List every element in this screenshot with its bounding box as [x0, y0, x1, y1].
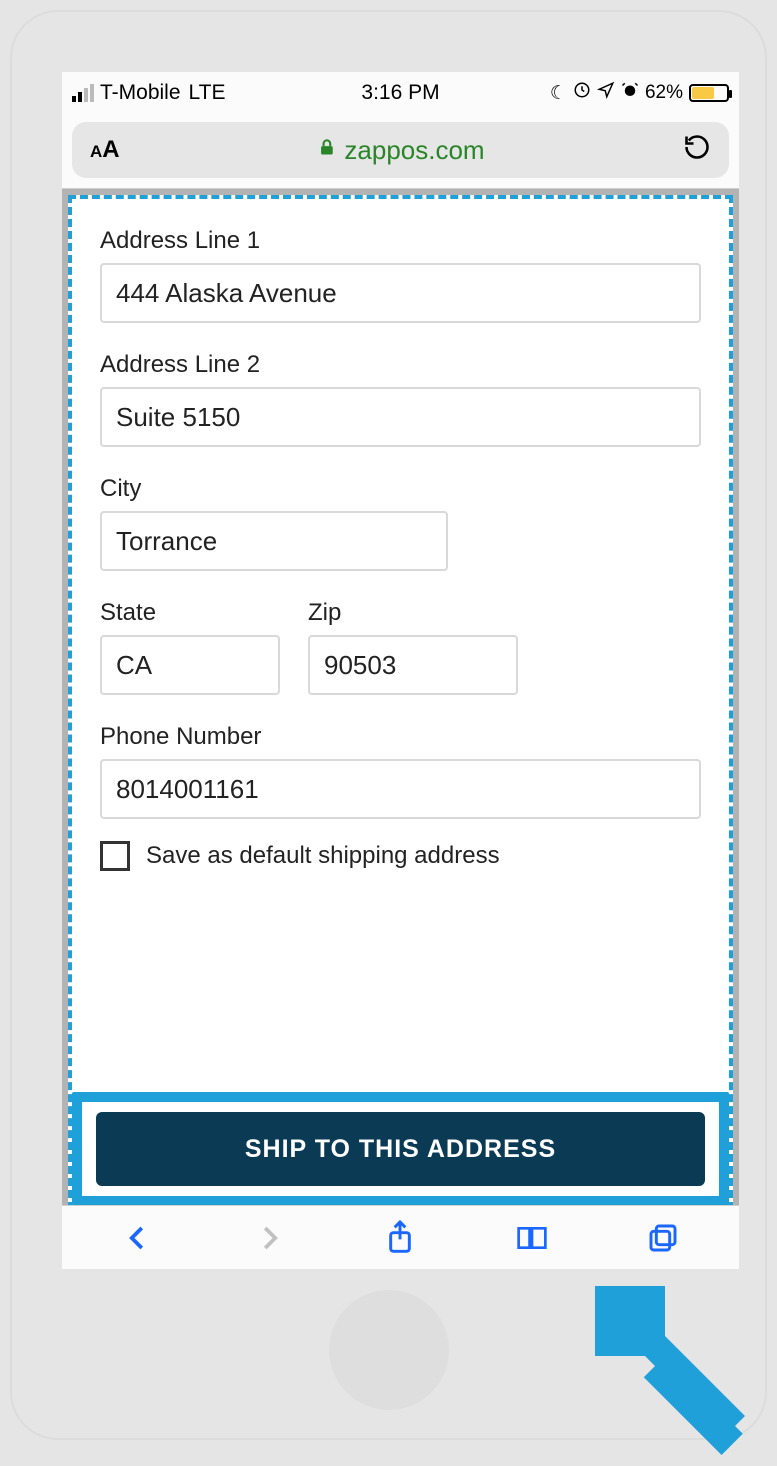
network-type-label: LTE	[189, 81, 226, 105]
page-content: Address Line 1 Address Line 2 City State…	[62, 189, 739, 1205]
reload-button[interactable]	[683, 133, 711, 168]
tabs-button[interactable]	[641, 1216, 685, 1260]
save-default-checkbox[interactable]	[100, 841, 130, 871]
address-form-highlight: Address Line 1 Address Line 2 City State…	[68, 195, 733, 1205]
lock-icon	[316, 137, 336, 163]
home-indicator	[329, 1290, 449, 1410]
save-default-label: Save as default shipping address	[146, 842, 500, 870]
safari-toolbar	[62, 1205, 739, 1269]
location-icon	[597, 81, 615, 105]
zip-label: Zip	[308, 599, 518, 627]
annotation-arrow-icon	[575, 1266, 775, 1466]
address-line-1-label: Address Line 1	[100, 227, 701, 255]
share-button[interactable]	[378, 1216, 422, 1260]
city-label: City	[100, 475, 701, 503]
address-line-2-input[interactable]	[100, 387, 701, 447]
url-text: zappos.com	[344, 135, 484, 166]
bookmarks-button[interactable]	[510, 1216, 554, 1260]
signal-strength-icon	[72, 84, 94, 102]
carrier-label: T-Mobile	[100, 81, 181, 105]
zip-input[interactable]	[308, 635, 518, 695]
orientation-lock-icon	[573, 81, 591, 105]
screen: T-Mobile LTE 3:16 PM ☾ 62% AA	[62, 72, 739, 1269]
address-line-1-input[interactable]	[100, 263, 701, 323]
back-button[interactable]	[116, 1216, 160, 1260]
state-input[interactable]	[100, 635, 280, 695]
battery-pct-label: 62%	[645, 82, 683, 104]
text-size-button[interactable]: AA	[90, 136, 120, 164]
submit-highlight: SHIP TO THIS ADDRESS	[72, 1092, 729, 1205]
state-label: State	[100, 599, 280, 627]
browser-chrome: AA zappos.com	[62, 114, 739, 189]
battery-icon	[689, 84, 729, 102]
ship-to-address-button[interactable]: SHIP TO THIS ADDRESS	[96, 1112, 705, 1186]
url-bar[interactable]: AA zappos.com	[72, 122, 729, 178]
address-line-2-label: Address Line 2	[100, 351, 701, 379]
moon-icon: ☾	[550, 82, 567, 105]
phone-input[interactable]	[100, 759, 701, 819]
city-input[interactable]	[100, 511, 448, 571]
device-frame: T-Mobile LTE 3:16 PM ☾ 62% AA	[10, 10, 767, 1440]
clock-label: 3:16 PM	[361, 81, 439, 105]
phone-label: Phone Number	[100, 723, 701, 751]
status-bar: T-Mobile LTE 3:16 PM ☾ 62%	[62, 72, 739, 114]
alarm-icon	[621, 81, 639, 105]
forward-button	[247, 1216, 291, 1260]
